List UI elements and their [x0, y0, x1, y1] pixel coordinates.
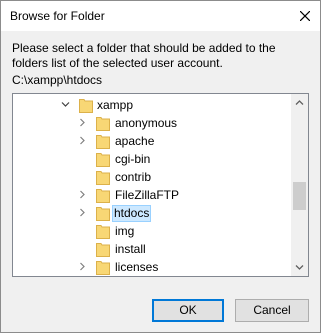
chevron-right-icon	[80, 190, 85, 199]
tree-item-label: xampp	[97, 98, 134, 112]
tree-item-label: anonymous	[115, 116, 178, 130]
folder-icon	[96, 224, 110, 239]
tree-item-label: apache	[115, 134, 155, 148]
tree-item-label: licenses	[115, 260, 159, 274]
folder-icon	[96, 116, 110, 131]
scroll-down-button[interactable]	[291, 259, 308, 276]
vertical-scrollbar[interactable]	[291, 94, 308, 276]
chevron-down-icon	[61, 102, 70, 107]
tree-item[interactable]: install	[13, 240, 289, 258]
title-bar[interactable]: Browse for Folder	[1, 1, 320, 31]
chevron-right-icon	[80, 118, 85, 127]
chevron-right-icon	[80, 136, 85, 145]
folder-icon	[96, 188, 110, 203]
instruction-text: Please select a folder that should be ad…	[12, 41, 276, 70]
tree-item[interactable]: xampp	[13, 96, 289, 114]
tree-item-label: install	[115, 242, 146, 256]
tree-item-label: contrib	[115, 170, 152, 184]
tree-item-selected[interactable]: htdocs	[13, 204, 289, 222]
scrollbar-thumb[interactable]	[293, 182, 306, 210]
tree-expander[interactable]	[59, 96, 73, 114]
tree-expander[interactable]	[76, 258, 90, 276]
tree-item[interactable]: apache	[13, 132, 289, 150]
folder-tree[interactable]: xampp anonymous apache cgi-bin contrib F…	[12, 93, 309, 277]
close-icon	[300, 11, 310, 21]
browse-for-folder-dialog: Browse for Folder Please select a folder…	[0, 0, 321, 333]
folder-icon	[79, 98, 93, 113]
scroll-up-button[interactable]	[291, 94, 308, 111]
tree-item-label: FileZillaFTP	[115, 188, 180, 202]
tree-item[interactable]: cgi-bin	[13, 150, 289, 168]
tree-expander[interactable]	[76, 132, 90, 150]
close-button[interactable]	[290, 1, 320, 31]
cancel-button[interactable]: Cancel	[235, 299, 309, 322]
chevron-down-icon	[295, 265, 304, 270]
tree-item[interactable]: contrib	[13, 168, 289, 186]
folder-icon	[96, 170, 110, 185]
tree-item-label: cgi-bin	[115, 152, 151, 166]
folder-icon	[96, 206, 110, 221]
tree-expander[interactable]	[76, 186, 90, 204]
chevron-up-icon	[295, 100, 304, 105]
tree-item[interactable]: licenses	[13, 258, 289, 276]
chevron-right-icon	[80, 262, 85, 271]
tree-item[interactable]: anonymous	[13, 114, 289, 132]
folder-icon	[96, 242, 110, 257]
tree-item-label: htdocs	[112, 205, 152, 222]
current-path: C:\xampp\htdocs	[12, 73, 103, 87]
folder-icon	[96, 134, 110, 149]
tree-item-label: img	[115, 224, 135, 238]
tree-expander[interactable]	[76, 204, 90, 222]
tree-expander[interactable]	[76, 114, 90, 132]
tree-item[interactable]: FileZillaFTP	[13, 186, 289, 204]
folder-icon	[96, 260, 110, 275]
ok-button[interactable]: OK	[152, 299, 224, 322]
dialog-title: Browse for Folder	[10, 9, 105, 23]
folder-icon	[96, 152, 110, 167]
tree-item[interactable]: img	[13, 222, 289, 240]
chevron-right-icon	[80, 208, 85, 217]
